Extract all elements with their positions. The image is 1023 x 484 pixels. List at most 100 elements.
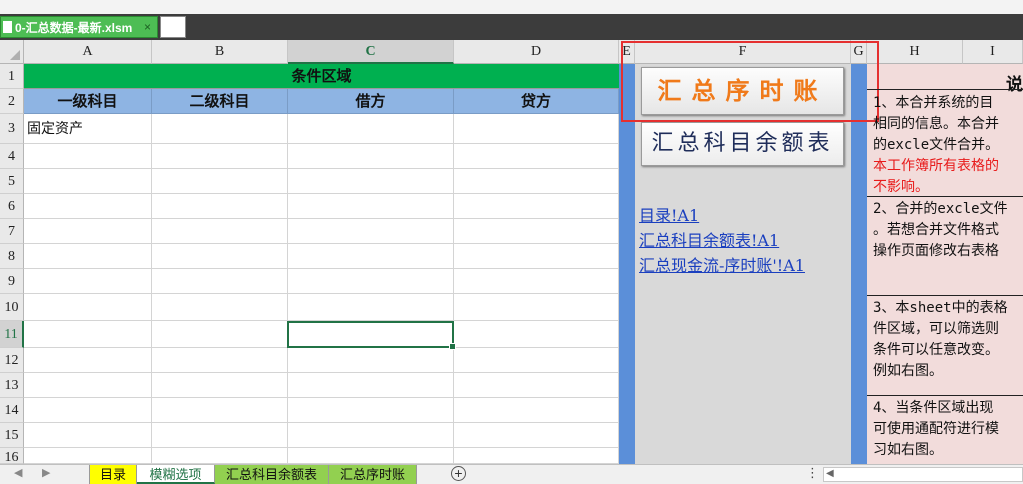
cell[interactable] [24,448,152,464]
row-header[interactable]: 13 [0,373,24,398]
select-all-corner[interactable] [0,40,24,64]
cell[interactable] [288,448,454,464]
row-header[interactable]: 1 [0,64,24,89]
cell[interactable] [454,114,619,144]
sheet-tab-balance-summary[interactable]: 汇总科目余额表 [215,465,329,484]
cell[interactable] [288,219,454,244]
cell[interactable] [454,448,619,464]
cell[interactable] [152,373,288,398]
cell[interactable] [454,169,619,194]
scroll-left-icon[interactable]: ◀ [826,468,834,479]
cell[interactable] [24,373,152,398]
cell[interactable] [288,398,454,423]
column-header-h[interactable]: H [867,40,963,64]
cell[interactable] [152,269,288,294]
cell[interactable] [454,244,619,269]
cell[interactable] [24,348,152,373]
subheader-credit[interactable]: 贷方 [454,89,619,114]
condition-area-header[interactable]: 条件区域 [24,64,619,89]
cell[interactable] [24,194,152,219]
cell[interactable] [24,244,152,269]
cell[interactable] [288,244,454,269]
column-header-d[interactable]: D [454,40,619,64]
column-header-a[interactable]: A [24,40,152,64]
cell[interactable] [288,144,454,169]
new-workbook-tab[interactable] [160,16,186,38]
cell[interactable] [288,194,454,219]
cell[interactable] [152,448,288,464]
cell[interactable] [454,269,619,294]
cell[interactable] [152,321,288,348]
cell[interactable] [288,373,454,398]
cell[interactable] [454,373,619,398]
sheet-tab-directory[interactable]: 目录 [89,465,137,484]
row-header[interactable]: 10 [0,294,24,321]
column-header-i[interactable]: I [963,40,1023,64]
cell[interactable] [152,114,288,144]
row-header[interactable]: 11 [0,321,24,348]
cell[interactable] [288,114,454,144]
cell[interactable] [152,348,288,373]
cell[interactable] [24,294,152,321]
fill-handle[interactable] [449,343,456,350]
cell[interactable] [288,423,454,448]
cell[interactable] [454,348,619,373]
row-header[interactable]: 5 [0,169,24,194]
summary-balance-button[interactable]: 汇总科目余额表 [641,122,844,166]
cell[interactable] [152,144,288,169]
workbook-tab[interactable]: 0-汇总数据-最新.xlsm × [0,16,158,38]
cell[interactable] [152,169,288,194]
link-cashflow-ledger[interactable]: 汇总现金流-序时账'!A1 [639,252,805,276]
cell[interactable] [24,269,152,294]
subheader-level1-account[interactable]: 一级科目 [24,89,152,114]
cell[interactable] [454,194,619,219]
cell[interactable] [454,294,619,321]
row-header[interactable]: 14 [0,398,24,423]
cell[interactable] [152,423,288,448]
row-header[interactable]: 15 [0,423,24,448]
cell[interactable] [24,169,152,194]
row-header[interactable]: 8 [0,244,24,269]
row-header[interactable]: 6 [0,194,24,219]
subheader-level2-account[interactable]: 二级科目 [152,89,288,114]
cell[interactable] [454,219,619,244]
cell[interactable] [24,423,152,448]
cell[interactable] [454,398,619,423]
row-header[interactable]: 7 [0,219,24,244]
cell[interactable] [288,269,454,294]
cell[interactable] [152,398,288,423]
row-header[interactable]: 4 [0,144,24,169]
row-header[interactable]: 2 [0,89,24,114]
cell-a3-value[interactable]: 固定资产 [27,116,83,140]
sheet-tab-ledger-summary[interactable]: 汇总序时账 [329,465,417,484]
row-header[interactable]: 12 [0,348,24,373]
scroll-tabs-right-icon[interactable]: ▶ [42,466,50,479]
cell[interactable] [288,348,454,373]
add-sheet-button[interactable]: + [451,466,466,481]
cell[interactable] [454,423,619,448]
scroll-tabs-left-icon[interactable]: ◀ [14,466,22,479]
column-header-c[interactable]: C [288,40,454,64]
cell[interactable] [24,321,152,348]
cell[interactable] [24,144,152,169]
row-header[interactable]: 9 [0,269,24,294]
cell[interactable] [288,294,454,321]
active-cell-c11[interactable] [287,321,456,350]
row-header[interactable]: 16 [0,448,24,464]
subheader-debit[interactable]: 借方 [288,89,454,114]
cell[interactable] [152,194,288,219]
link-directory[interactable]: 目录!A1 [639,202,699,226]
cell[interactable] [288,169,454,194]
link-balance-sheet[interactable]: 汇总科目余额表!A1 [639,227,779,251]
sheet-tab-fuzzy-options[interactable]: 模糊选项 [137,465,215,484]
column-header-b[interactable]: B [152,40,288,64]
row-header[interactable]: 3 [0,114,24,144]
more-options-icon[interactable]: ⋮ [806,465,819,481]
cell[interactable] [24,219,152,244]
close-icon[interactable]: × [144,20,151,34]
cell[interactable] [454,144,619,169]
cell[interactable] [24,398,152,423]
cell[interactable] [152,294,288,321]
cell[interactable] [454,321,619,348]
cell[interactable] [152,219,288,244]
